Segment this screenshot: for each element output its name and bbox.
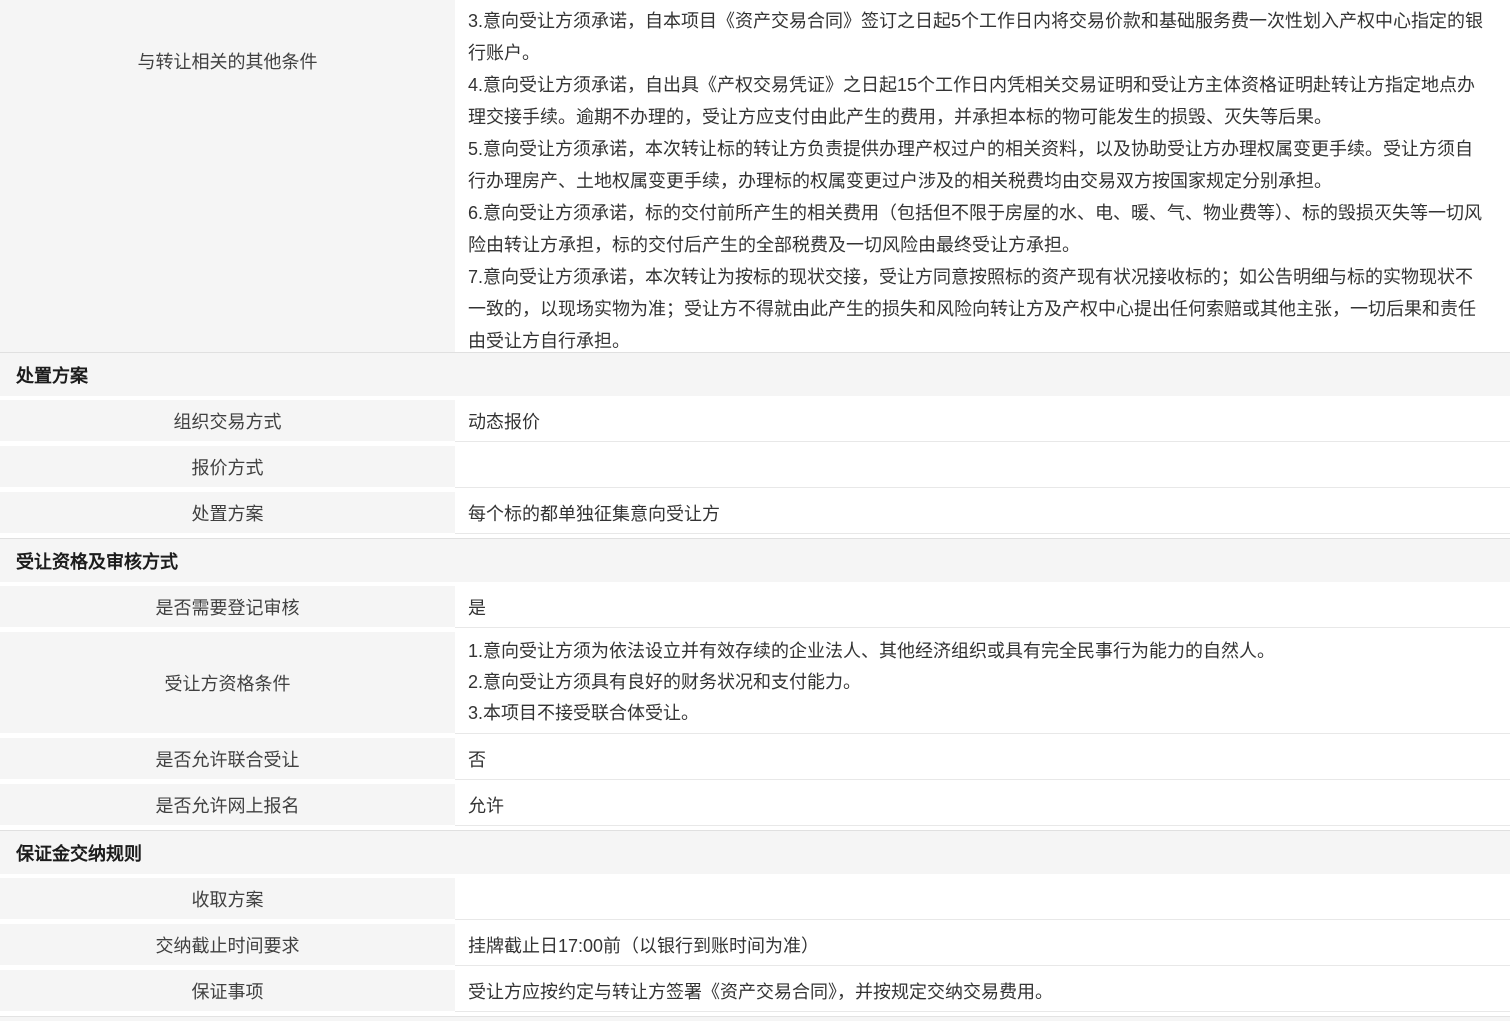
field-value: 是 — [455, 586, 1510, 628]
section-title: 保证金交纳规则 — [16, 840, 142, 866]
field-label: 收取方案 — [0, 878, 455, 924]
row-transferee-qualification-conditions: 受让方资格条件 1.意向受让方须为依法设立并有效存续的企业法人、其他经济组织或具… — [0, 632, 1510, 738]
condition-item: 4.意向受让方须承诺，自出具《产权交易凭证》之日起15个工作日内凭相关交易证明和… — [468, 69, 1490, 133]
field-value: 3.意向受让方须承诺，自本项目《资产交易合同》签订之日起5个工作日内将交易价款和… — [455, 0, 1510, 352]
field-label: 是否允许联合受让 — [0, 738, 455, 784]
row-payment-deadline: 交纳截止时间要求 挂牌截止日17:00前（以银行到账时间为准） — [0, 924, 1510, 970]
field-label: 处置方案 — [0, 492, 455, 538]
listing-detail-table: 与转让相关的其他条件 3.意向受让方须承诺，自本项目《资产交易合同》签订之日起5… — [0, 0, 1510, 1021]
field-label: 组织交易方式 — [0, 400, 455, 446]
row-registration-review-required: 是否需要登记审核 是 — [0, 586, 1510, 632]
field-label: 保证事项 — [0, 970, 455, 1016]
row-transaction-organization-method: 组织交易方式 动态报价 — [0, 400, 1510, 446]
condition-item: 6.意向受让方须承诺，标的交付前所产生的相关费用（包括但不限于房屋的水、电、暖、… — [468, 197, 1490, 261]
row-quote-method: 报价方式 — [0, 446, 1510, 492]
field-label: 是否需要登记审核 — [0, 586, 455, 632]
row-collection-plan: 收取方案 — [0, 878, 1510, 924]
field-value: 每个标的都单独征集意向受让方 — [455, 492, 1510, 534]
condition-item: 5.意向受让方须承诺，本次转让标的转让方负责提供办理产权过户的相关资料，以及协助… — [468, 133, 1490, 197]
field-label: 是否允许网上报名 — [0, 784, 455, 830]
section-header-deposit-rules: 保证金交纳规则 — [0, 830, 1510, 878]
row-online-registration-allowed: 是否允许网上报名 允许 — [0, 784, 1510, 830]
field-label: 交纳截止时间要求 — [0, 924, 455, 970]
field-label: 受让方资格条件 — [0, 632, 455, 738]
row-disposal-plan: 处置方案 每个标的都单独征集意向受让方 — [0, 492, 1510, 538]
section-title: 受让资格及审核方式 — [16, 548, 178, 574]
condition-item: 7.意向受让方须承诺，本次转让为按标的现状交接，受让方同意按照标的资产现有状况接… — [468, 261, 1490, 352]
qualification-item: 2.意向受让方须具有良好的财务状况和支付能力。 — [468, 667, 1490, 698]
qualification-item: 3.本项目不接受联合体受让。 — [468, 698, 1490, 729]
field-value — [455, 878, 1510, 920]
row-other-transfer-conditions: 与转让相关的其他条件 3.意向受让方须承诺，自本项目《资产交易合同》签订之日起5… — [0, 0, 1510, 352]
field-label: 与转让相关的其他条件 — [0, 0, 455, 352]
field-label: 报价方式 — [0, 446, 455, 492]
row-joint-transfer-allowed: 是否允许联合受让 否 — [0, 738, 1510, 784]
field-value — [455, 446, 1510, 488]
row-guarantee-matters: 保证事项 受让方应按约定与转让方签署《资产交易合同》，并按规定交纳交易费用。 — [0, 970, 1510, 1016]
next-section-partial — [0, 1016, 1510, 1021]
field-value: 1.意向受让方须为依法设立并有效存续的企业法人、其他经济组织或具有完全民事行为能… — [455, 632, 1510, 734]
section-title: 处置方案 — [16, 362, 88, 388]
condition-item: 3.意向受让方须承诺，自本项目《资产交易合同》签订之日起5个工作日内将交易价款和… — [468, 5, 1490, 69]
section-header-transferee-qualification: 受让资格及审核方式 — [0, 538, 1510, 586]
field-value: 否 — [455, 738, 1510, 780]
section-header-disposal-plan: 处置方案 — [0, 352, 1510, 400]
field-value: 受让方应按约定与转让方签署《资产交易合同》，并按规定交纳交易费用。 — [455, 970, 1510, 1012]
field-value: 挂牌截止日17:00前（以银行到账时间为准） — [455, 924, 1510, 966]
field-value: 允许 — [455, 784, 1510, 826]
qualification-item: 1.意向受让方须为依法设立并有效存续的企业法人、其他经济组织或具有完全民事行为能… — [468, 636, 1490, 667]
field-value: 动态报价 — [455, 400, 1510, 442]
